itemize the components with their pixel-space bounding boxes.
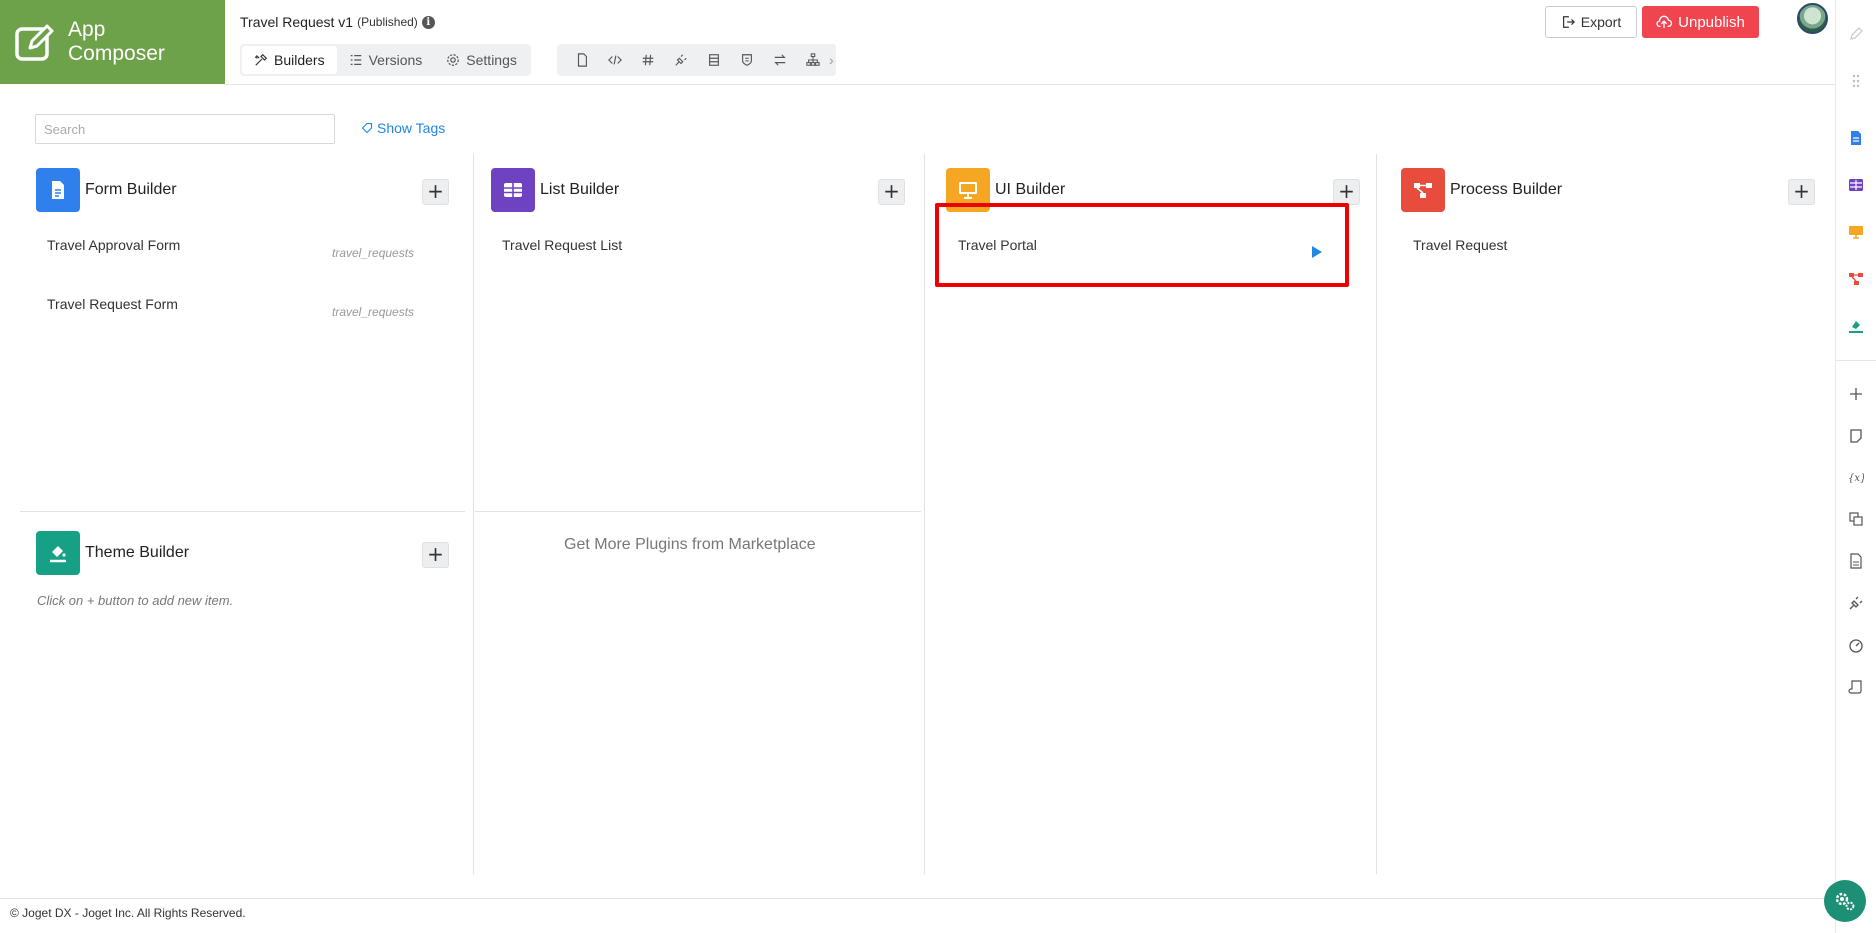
process-item-travel-request[interactable]: Travel Request: [1413, 237, 1507, 253]
column-divider: [473, 154, 474, 874]
publish-status: (Published): [357, 15, 418, 29]
plugin-icon[interactable]: [664, 46, 697, 74]
form-item-travel-request[interactable]: Travel Request Form: [47, 296, 178, 312]
process-builder-header: Process Builder: [1401, 168, 1562, 212]
ui-builder-title: UI Builder: [995, 181, 1066, 198]
form-builder-header: Form Builder: [36, 168, 177, 212]
right-sidebar: {x}: [1835, 0, 1876, 933]
info-icon[interactable]: i: [421, 15, 435, 29]
list-builder-icon: [491, 168, 535, 212]
show-tags-link[interactable]: Show Tags: [361, 120, 445, 136]
export-button[interactable]: Export: [1545, 6, 1637, 38]
selection-highlight: [935, 203, 1349, 287]
drag-handle-icon[interactable]: [1846, 71, 1866, 91]
code-icon[interactable]: [598, 46, 631, 74]
add-list-button[interactable]: +: [878, 179, 905, 205]
show-tags-label: Show Tags: [377, 120, 446, 136]
logo-text: App Composer: [68, 18, 165, 65]
document-icon[interactable]: [1846, 551, 1866, 571]
tab-settings-label: Settings: [466, 52, 517, 68]
tab-builders-label: Builders: [274, 52, 325, 68]
form-item-tag: travel_requests: [332, 305, 415, 319]
ui-builder-icon[interactable]: [1846, 222, 1866, 242]
tools-icon: [254, 53, 268, 66]
app-title: Travel Request v1 (Published) i: [240, 14, 435, 30]
process-builder-title: Process Builder: [1450, 181, 1563, 198]
settings-fab[interactable]: [1824, 880, 1866, 922]
process-builder-icon[interactable]: [1846, 269, 1866, 289]
list-builder-title: List Builder: [540, 181, 620, 198]
marketplace-link[interactable]: Get More Plugins from Marketplace: [564, 536, 816, 554]
shield-icon[interactable]: [730, 46, 763, 74]
plus-icon[interactable]: [1846, 384, 1866, 404]
form-builder-title: Form Builder: [85, 181, 177, 198]
list-builder-icon[interactable]: [1846, 175, 1866, 195]
variable-icon[interactable]: {x}: [1846, 467, 1866, 487]
app-composer-logo[interactable]: App Composer: [0, 0, 225, 84]
list-builder-header: List Builder: [491, 168, 619, 212]
plugin-icon[interactable]: [1846, 593, 1866, 613]
form-builder-icon[interactable]: [1846, 128, 1866, 148]
theme-builder-title: Theme Builder: [85, 544, 190, 561]
file-icon[interactable]: [565, 46, 598, 74]
chevron-right-icon[interactable]: ›: [829, 52, 834, 68]
tool-strip: ›: [557, 44, 836, 76]
tab-settings[interactable]: Settings: [434, 46, 529, 74]
form-builder-icon: [36, 168, 80, 212]
scroll-icon[interactable]: [1846, 677, 1866, 697]
hash-icon[interactable]: [631, 46, 664, 74]
sidebar-divider: [1836, 360, 1876, 361]
footer-divider: [0, 898, 1835, 899]
tab-versions-label: Versions: [368, 52, 423, 68]
theme-builder-header: Theme Builder: [36, 531, 189, 575]
cloud-upload-icon: [1656, 15, 1673, 29]
svg-text:{x}: {x}: [1848, 473, 1864, 484]
list-icon: [350, 55, 361, 65]
swap-icon[interactable]: [763, 46, 796, 74]
row-divider: [475, 511, 921, 512]
column-divider: [1376, 154, 1377, 874]
list-item-travel-request-list[interactable]: Travel Request List: [502, 237, 622, 253]
tag-icon: [361, 122, 373, 134]
unpublish-button[interactable]: Unpublish: [1642, 6, 1759, 38]
add-form-button[interactable]: +: [422, 179, 449, 205]
edit-icon: [15, 24, 54, 61]
pencil-icon[interactable]: [1846, 24, 1866, 44]
add-theme-button[interactable]: +: [422, 542, 449, 568]
translate-icon[interactable]: [1846, 509, 1866, 529]
gear-icon: [447, 54, 460, 66]
row-divider: [20, 511, 465, 512]
header-divider: [225, 84, 1835, 85]
footer-copyright: © Joget DX - Joget Inc. All Rights Reser…: [10, 906, 246, 920]
sitemap-icon[interactable]: [796, 46, 829, 74]
search-input[interactable]: [35, 114, 335, 144]
builder-nav-tabs: Builders Versions Settings: [240, 44, 531, 76]
add-process-button[interactable]: +: [1788, 179, 1815, 205]
app-name: Travel Request v1: [240, 14, 354, 30]
export-icon: [1562, 16, 1575, 28]
paint-bucket-icon: [36, 531, 80, 575]
gears-icon: [1835, 892, 1855, 911]
column-divider: [924, 154, 925, 874]
theme-builder-icon[interactable]: [1846, 316, 1866, 336]
add-ui-button[interactable]: +: [1333, 179, 1360, 205]
tab-builders[interactable]: Builders: [242, 46, 337, 74]
tab-versions[interactable]: Versions: [337, 46, 435, 74]
note-icon[interactable]: [1846, 426, 1866, 446]
form-item-tag: travel_requests: [332, 246, 415, 260]
theme-empty-note: Click on + button to add new item.: [37, 593, 234, 608]
table-icon[interactable]: [697, 46, 730, 74]
user-avatar[interactable]: [1797, 3, 1828, 34]
export-label: Export: [1580, 14, 1622, 30]
unpublish-label: Unpublish: [1678, 13, 1745, 31]
gauge-icon[interactable]: [1846, 635, 1866, 655]
process-builder-icon: [1401, 168, 1445, 212]
form-item-travel-approval[interactable]: Travel Approval Form: [47, 237, 180, 253]
